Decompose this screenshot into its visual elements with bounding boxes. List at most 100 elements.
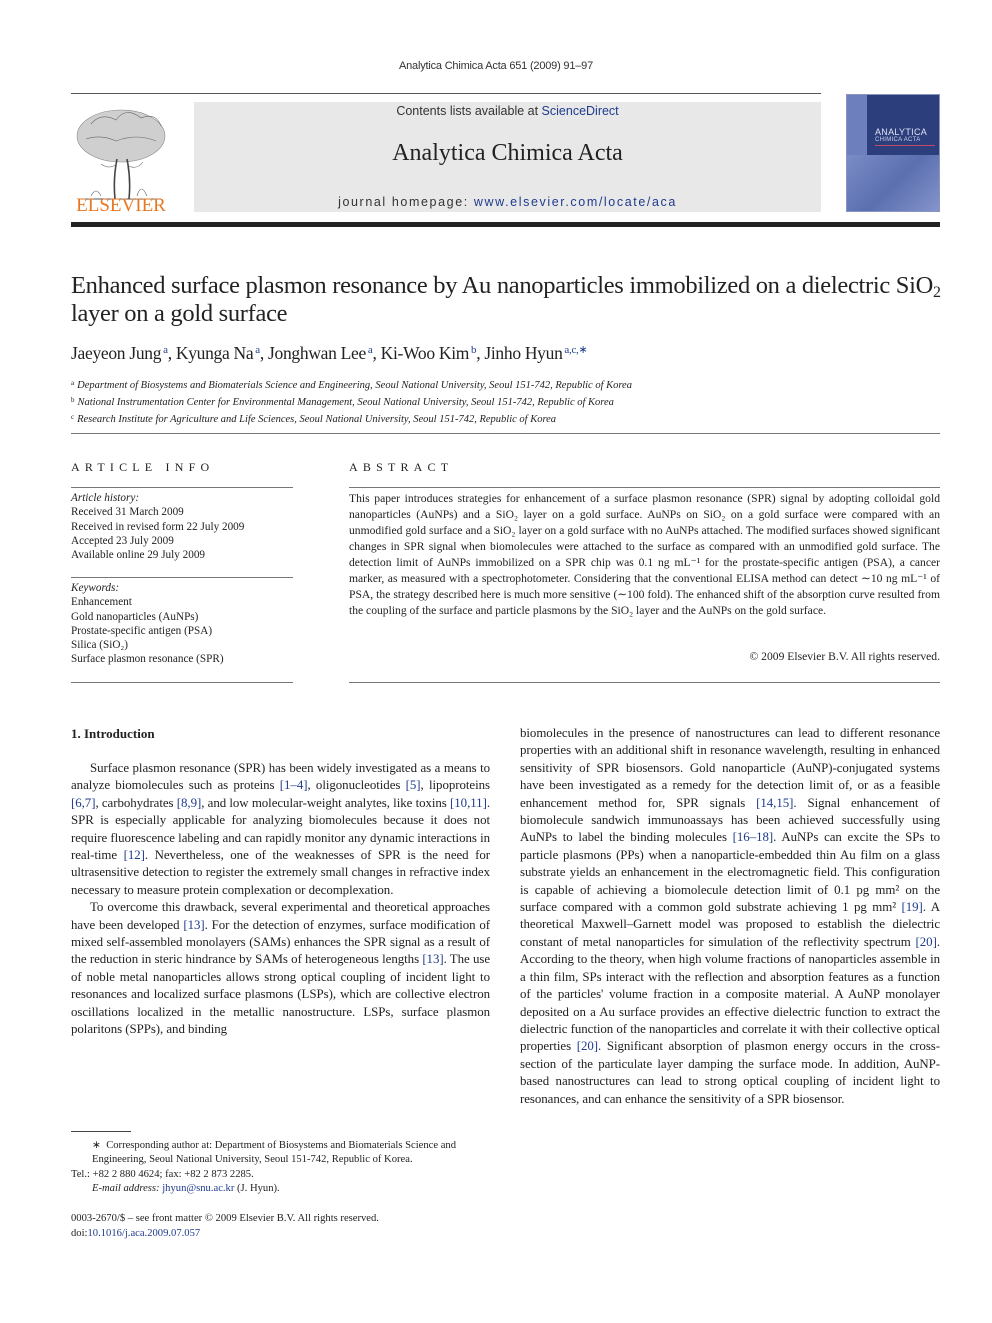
title-text-1: Enhanced surface plasmon resonance by Au…: [71, 272, 934, 299]
issn-line: 0003-2670/$ – see front matter © 2009 El…: [71, 1213, 379, 1224]
affiliation-item: c Research Institute for Agriculture and …: [71, 410, 941, 427]
body-column-left: Surface plasmon resonance (SPR) has been…: [71, 760, 490, 1039]
citation-link[interactable]: [20]: [916, 935, 937, 949]
keyword-item: Prostate-specific antigen (PSA): [71, 624, 213, 637]
journal-title: Analytica Chimica Acta: [392, 140, 623, 166]
homepage-prefix: journal homepage:: [338, 195, 474, 209]
keyword-item: Surface plasmon resonance (SPR): [71, 653, 224, 666]
abstract-heading: ABSTRACT: [349, 460, 454, 474]
keywords-label: Keywords:: [71, 582, 120, 594]
citation-link[interactable]: [13]: [422, 952, 443, 966]
title-text-2: layer on a gold surface: [71, 300, 288, 327]
affiliation-text: Department of Biosystems and Biomaterial…: [77, 380, 632, 391]
journal-cover-thumbnail: ANALYTICA CHIMICA ACTA: [846, 94, 940, 212]
affiliation-text: National Instrumentation Center for Envi…: [77, 397, 614, 408]
author-name: Kyunga Na: [175, 343, 254, 363]
keywords: Keywords: Enhancement Gold nanoparticles…: [71, 581, 293, 667]
email-link[interactable]: jhyun@snu.ac.kr: [162, 1183, 234, 1194]
text-run: , lipoproteins: [420, 778, 491, 793]
author-separator: ,: [167, 343, 176, 363]
history-item: Received 31 March 2009: [71, 506, 184, 519]
email-suffix: (J. Hyun).: [234, 1182, 280, 1194]
sciencedirect-link[interactable]: ScienceDirect: [542, 104, 619, 118]
elsevier-wordmark: ELSEVIER: [76, 195, 166, 216]
corresponding-author-footnote: ∗ Corresponding author at: Department of…: [71, 1139, 491, 1196]
keyword-item: Gold nanoparticles (AuNPs): [71, 610, 199, 623]
cover-title-line2: CHIMICA ACTA: [875, 137, 921, 143]
masthead-bottom-rule: [71, 222, 940, 227]
paragraph: Surface plasmon resonance (SPR) has been…: [71, 760, 490, 899]
affiliation-mark: c: [71, 413, 75, 421]
text-run: , carbohydrates: [95, 795, 177, 810]
citation-link[interactable]: [19]: [902, 900, 923, 914]
citation-link[interactable]: [16–18]: [733, 830, 774, 844]
paper-title: Enhanced surface plasmon resonance by Au…: [71, 272, 941, 328]
citation-link[interactable]: [6,7]: [71, 796, 96, 810]
doi-link[interactable]: 10.1016/j.aca.2009.07.057: [87, 1228, 200, 1239]
citation-link[interactable]: [14,15]: [756, 796, 793, 810]
footnote-corresponding: Corresponding author at: Department of B…: [92, 1140, 456, 1166]
article-info-rule: [71, 682, 293, 683]
abstract-rule: [349, 487, 940, 488]
journal-citation: Analytica Chimica Acta 651 (2009) 91–97: [399, 60, 593, 72]
history-item: Received in revised form 22 July 2009: [71, 520, 245, 533]
affiliations: a Department of Biosystems and Biomateria…: [71, 376, 941, 427]
text-run: , and low molecular-weight analytes, lik…: [201, 795, 451, 810]
history-item: Accepted 23 July 2009: [71, 534, 174, 547]
abstract-text: This paper introduces strategies for enh…: [349, 492, 940, 617]
article-history: Article history: Received 31 March 2009 …: [71, 491, 293, 562]
cover-photo: [847, 155, 939, 211]
section-heading-introduction: 1. Introduction: [71, 726, 155, 741]
footnote-star: ∗: [92, 1140, 101, 1151]
citation-link[interactable]: [5]: [406, 778, 421, 792]
author-name: Jonghwan Lee: [268, 343, 366, 363]
footnote-tel: Tel.: +82 2 880 4624; fax: +82 2 873 228…: [71, 1168, 254, 1180]
affiliation-item: a Department of Biosystems and Biomateria…: [71, 376, 941, 393]
body-column-right: biomolecules in the presence of nanostru…: [520, 725, 940, 1108]
author-name: Jaeyeon Jung: [71, 343, 162, 363]
text-run: , oligonucleotides: [307, 778, 406, 793]
cover-title-panel: [867, 95, 939, 155]
contents-prefix: Contents lists available at: [396, 104, 542, 118]
abstract-rule: [349, 682, 940, 683]
journal-homepage-link[interactable]: www.elsevier.com/locate/aca: [474, 195, 677, 209]
cover-title-line1: ANALYTICA: [875, 127, 928, 137]
citation-link[interactable]: [20]: [577, 1039, 598, 1053]
author-affiliation-mark[interactable]: a,c,∗: [563, 344, 587, 356]
keyword-item: Enhancement: [71, 596, 132, 609]
keyword-item: Silica (SiO₂): [71, 639, 129, 652]
affiliation-text: Research Institute for Agriculture and L…: [77, 414, 557, 425]
journal-homepage-line: journal homepage: www.elsevier.com/locat…: [194, 195, 821, 209]
footnote-rule: [71, 1131, 131, 1132]
paragraph: To overcome this drawback, several exper…: [71, 899, 490, 1038]
paragraph: biomolecules in the presence of nanostru…: [520, 725, 940, 1108]
citation-link[interactable]: [1–4]: [280, 778, 308, 792]
citation-link[interactable]: [8,9]: [177, 796, 202, 810]
author-name: Jinho Hyun: [484, 343, 563, 363]
article-info-rule: [71, 577, 293, 578]
citation-link[interactable]: [10,11]: [450, 796, 487, 810]
title-subscript: 2: [933, 283, 941, 301]
article-info-rule: [71, 487, 293, 488]
contents-available-line: Contents lists available at ScienceDirec…: [194, 104, 821, 118]
author-name: Ki-Woo Kim: [380, 343, 470, 363]
article-info-heading: ARTICLE INFO: [71, 460, 215, 474]
author-separator: ,: [372, 343, 381, 363]
author-separator: ,: [259, 343, 269, 363]
top-divider: [71, 93, 821, 94]
front-matter: 0003-2670/$ – see front matter © 2009 El…: [71, 1211, 491, 1241]
affiliation-mark: b: [71, 396, 75, 404]
citation-link[interactable]: [12]: [124, 848, 145, 862]
text-run: . According to the theory, when high vol…: [520, 934, 940, 1054]
doi-prefix: doi:: [71, 1228, 88, 1239]
email-label: E-mail address:: [92, 1182, 163, 1194]
history-label: Article history:: [71, 492, 140, 504]
doi-line: doi:10.1016/j.aca.2009.07.057: [71, 1226, 491, 1241]
journal-masthead: Contents lists available at ScienceDirec…: [194, 102, 821, 212]
affiliation-item: b National Instrumentation Center for Env…: [71, 393, 941, 410]
history-item: Available online 29 July 2009: [71, 549, 206, 562]
citation-link[interactable]: [13]: [183, 918, 204, 932]
header-divider: [71, 433, 940, 434]
abstract-copyright: © 2009 Elsevier B.V. All rights reserved…: [749, 650, 940, 663]
cover-accent-line: [875, 145, 935, 146]
